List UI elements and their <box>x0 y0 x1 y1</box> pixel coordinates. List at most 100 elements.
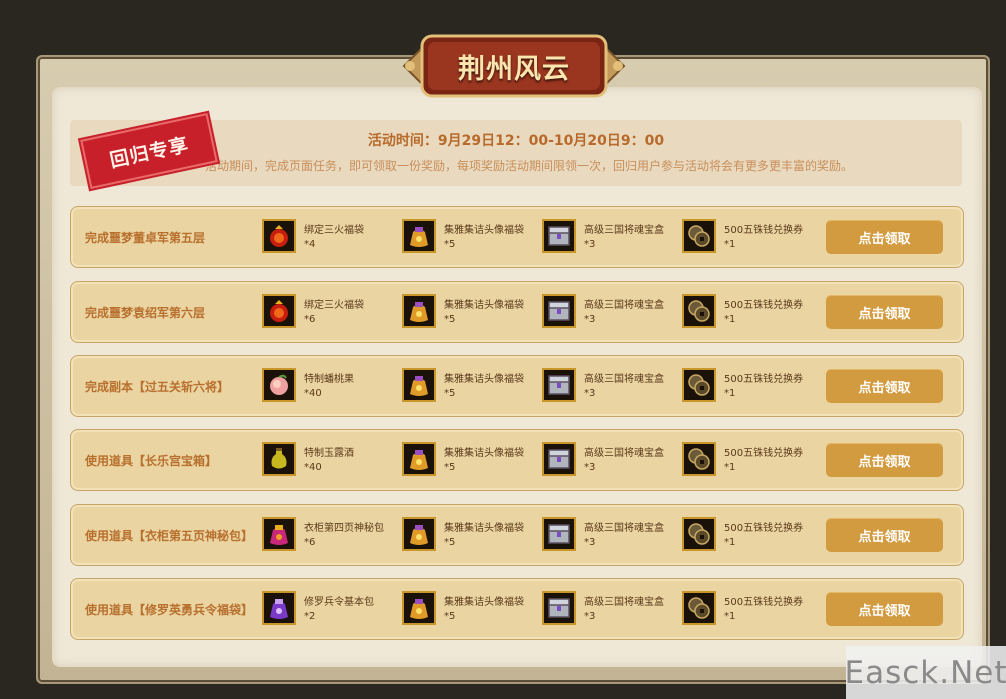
reward-name: 特制玉露酒 <box>304 448 354 459</box>
claim-button[interactable]: 点击领取 <box>826 518 943 552</box>
purple-bag-icon <box>262 591 296 625</box>
task-title: 使用道具【长乐宫宝箱】 <box>85 454 218 468</box>
reward-name: 绑定三火福袋 <box>304 300 364 311</box>
title-plate: 荆州风云 <box>398 28 630 104</box>
reward-count: *1 <box>724 314 736 325</box>
gold-bag-icon <box>402 591 436 625</box>
reward-count: *5 <box>444 611 456 622</box>
reward-item: 绑定三火福袋 *6 <box>262 294 402 332</box>
reward-item: 高级三国将魂宝盒 *3 <box>542 442 682 480</box>
reward-count: *1 <box>724 462 736 473</box>
reward-name: 集雅集诘头像福袋 <box>444 597 524 608</box>
reward-count: *1 <box>724 239 736 250</box>
reward-name: 高级三国将魂宝盒 <box>584 225 664 236</box>
task-row: 使用道具【衣柜第五页神秘包】 衣柜第四页神秘包 *6 集雅集诘头像福袋 *5 高级三国将魂… <box>70 504 964 566</box>
reward-count: *6 <box>304 314 316 325</box>
reward-item: 高级三国将魂宝盒 *3 <box>542 517 682 555</box>
reward-count: *1 <box>724 611 736 622</box>
treasure-chest-icon <box>542 368 576 402</box>
reward-name: 500五铢钱兑换券 <box>724 597 804 608</box>
wine-jug-icon <box>262 442 296 476</box>
reward-item: 集雅集诘头像福袋 *5 <box>402 368 542 406</box>
reward-name: 高级三国将魂宝盒 <box>584 448 664 459</box>
reward-count: *1 <box>724 537 736 548</box>
claim-button[interactable]: 点击领取 <box>826 443 943 477</box>
gold-bag-icon <box>402 517 436 551</box>
task-row: 完成噩梦袁绍军第六层 绑定三火福袋 *6 集雅集诘头像福袋 *5 高级三国将魂宝盒 *3 50… <box>70 281 964 343</box>
task-row: 完成副本【过五关斩六将】 特制蟠桃果 *40 集雅集诘头像福袋 *5 高级三国将魂宝盒 *3… <box>70 355 964 417</box>
gold-bag-icon <box>402 368 436 402</box>
reward-name: 衣柜第四页神秘包 <box>304 523 384 534</box>
reward-count: *5 <box>444 239 456 250</box>
reward-name: 500五铢钱兑换券 <box>724 300 804 311</box>
reward-item: 500五铢钱兑换券 *1 <box>682 294 822 332</box>
reward-count: *40 <box>304 388 322 399</box>
reward-count: *1 <box>724 388 736 399</box>
reward-count: *5 <box>444 314 456 325</box>
reward-name: 500五铢钱兑换券 <box>724 225 804 236</box>
coin-coupon-icon <box>682 368 716 402</box>
reward-count: *4 <box>304 239 316 250</box>
reward-count: *40 <box>304 462 322 473</box>
treasure-chest-icon <box>542 442 576 476</box>
reward-count: *3 <box>584 537 596 548</box>
reward-item: 修罗兵令基本包 *2 <box>262 591 402 629</box>
reward-item: 500五铢钱兑换券 *1 <box>682 219 822 257</box>
claim-button[interactable]: 点击领取 <box>826 369 943 403</box>
reward-item: 500五铢钱兑换券 *1 <box>682 517 822 555</box>
reward-item: 高级三国将魂宝盒 *3 <box>542 368 682 406</box>
reward-item: 集雅集诘头像福袋 *5 <box>402 591 542 629</box>
treasure-chest-icon <box>542 591 576 625</box>
coin-coupon-icon <box>682 442 716 476</box>
claim-button[interactable]: 点击领取 <box>826 220 943 254</box>
reward-name: 高级三国将魂宝盒 <box>584 374 664 385</box>
reward-name: 500五铢钱兑换券 <box>724 448 804 459</box>
treasure-chest-icon <box>542 517 576 551</box>
mystery-bag-icon <box>262 517 296 551</box>
reward-item: 绑定三火福袋 *4 <box>262 219 402 257</box>
claim-button[interactable]: 点击领取 <box>826 295 943 329</box>
reward-count: *6 <box>304 537 316 548</box>
reward-name: 集雅集诘头像福袋 <box>444 300 524 311</box>
reward-name: 500五铢钱兑换券 <box>724 523 804 534</box>
task-title: 完成副本【过五关斩六将】 <box>85 380 230 394</box>
reward-count: *5 <box>444 462 456 473</box>
reward-item: 特制玉露酒 *40 <box>262 442 402 480</box>
claim-button[interactable]: 点击领取 <box>826 592 943 626</box>
reward-name: 修罗兵令基本包 <box>304 597 374 608</box>
reward-item: 特制蟠桃果 *40 <box>262 368 402 406</box>
reward-item: 集雅集诘头像福袋 *5 <box>402 442 542 480</box>
task-title: 完成噩梦董卓军第五层 <box>85 231 206 245</box>
reward-name: 集雅集诘头像福袋 <box>444 374 524 385</box>
gold-bag-icon <box>402 442 436 476</box>
gold-bag-icon <box>402 219 436 253</box>
reward-item: 衣柜第四页神秘包 *6 <box>262 517 402 555</box>
treasure-chest-icon <box>542 219 576 253</box>
treasure-chest-icon <box>542 294 576 328</box>
reward-item: 集雅集诘头像福袋 *5 <box>402 219 542 257</box>
reward-item: 500五铢钱兑换券 *1 <box>682 368 822 406</box>
coin-coupon-icon <box>682 517 716 551</box>
reward-count: *5 <box>444 537 456 548</box>
task-title: 完成噩梦袁绍军第六层 <box>85 306 206 320</box>
reward-item: 集雅集诘头像福袋 *5 <box>402 294 542 332</box>
page-title: 荆州风云 <box>458 53 570 85</box>
coin-coupon-icon <box>682 591 716 625</box>
reward-name: 集雅集诘头像福袋 <box>444 448 524 459</box>
task-row: 使用道具【长乐宫宝箱】 特制玉露酒 *40 集雅集诘头像福袋 *5 高级三国将魂宝盒 *3 5… <box>70 429 964 491</box>
reward-name: 集雅集诘头像福袋 <box>444 523 524 534</box>
reward-count: *5 <box>444 388 456 399</box>
reward-count: *3 <box>584 462 596 473</box>
reward-count: *3 <box>584 239 596 250</box>
red-fire-bag-icon <box>262 219 296 253</box>
reward-count: *3 <box>584 388 596 399</box>
reward-item: 高级三国将魂宝盒 *3 <box>542 294 682 332</box>
reward-name: 500五铢钱兑换券 <box>724 374 804 385</box>
reward-count: *2 <box>304 611 316 622</box>
red-fire-bag-icon <box>262 294 296 328</box>
reward-item: 500五铢钱兑换券 *1 <box>682 442 822 480</box>
reward-count: *3 <box>584 611 596 622</box>
task-title: 使用道具【衣柜第五页神秘包】 <box>85 529 254 543</box>
task-title: 使用道具【修罗英勇兵令福袋】 <box>85 603 254 617</box>
reward-name: 高级三国将魂宝盒 <box>584 523 664 534</box>
